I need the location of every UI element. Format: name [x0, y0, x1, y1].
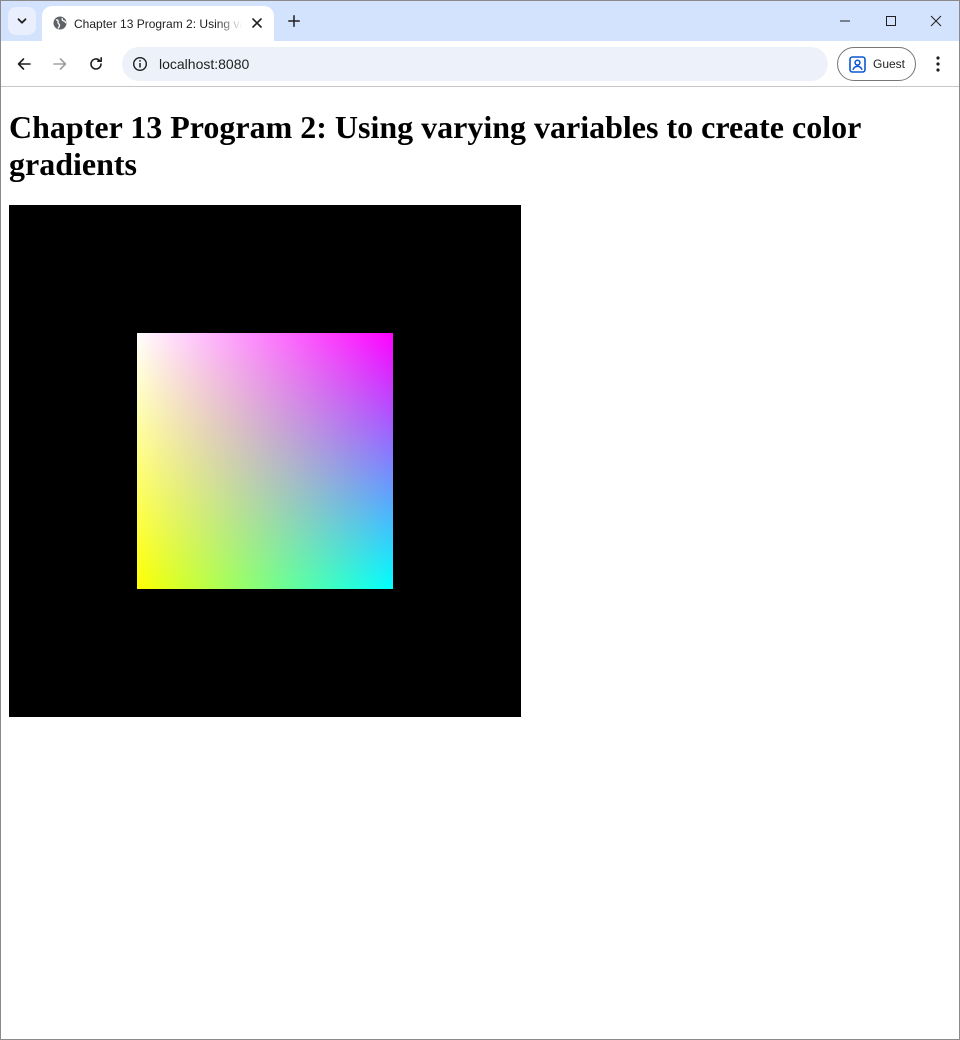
- tab-title: Chapter 13 Program 2: Using varying vari…: [74, 17, 242, 31]
- site-info-button[interactable]: [128, 52, 152, 76]
- chevron-down-icon: [17, 18, 27, 24]
- tab-strip: Chapter 13 Program 2: Using varying vari…: [1, 1, 959, 41]
- browser-toolbar: localhost:8080 Guest: [1, 41, 959, 87]
- arrow-left-icon: [17, 58, 31, 70]
- webgl-canvas: [9, 205, 521, 717]
- globe-icon: [53, 16, 67, 30]
- minimize-icon: [840, 20, 850, 22]
- close-icon: [930, 15, 942, 27]
- reload-button[interactable]: [80, 48, 112, 80]
- gradient-quad: [137, 333, 393, 589]
- maximize-icon: [886, 16, 896, 26]
- reload-icon: [90, 57, 102, 70]
- page-viewport: Chapter 13 Program 2: Using varying vari…: [1, 88, 959, 1039]
- close-window-button[interactable]: [913, 1, 959, 41]
- back-button[interactable]: [8, 48, 40, 80]
- plus-icon: [288, 15, 300, 27]
- guest-profile-icon: [849, 56, 866, 73]
- minimize-button[interactable]: [822, 1, 868, 41]
- info-icon: [132, 56, 148, 72]
- close-icon: [252, 18, 262, 28]
- profile-button[interactable]: Guest: [837, 47, 916, 81]
- tab-search-button[interactable]: [8, 7, 36, 35]
- url-text[interactable]: localhost:8080: [159, 55, 249, 73]
- profile-label: Guest: [873, 57, 906, 71]
- more-vertical-icon: [936, 56, 940, 72]
- page-title: Chapter 13 Program 2: Using varying vari…: [9, 109, 861, 182]
- maximize-button[interactable]: [868, 1, 914, 41]
- tab-close-button[interactable]: [248, 14, 266, 32]
- browser-window: Chapter 13 Program 2: Using varying vari…: [0, 0, 960, 1040]
- forward-button[interactable]: [44, 48, 76, 80]
- address-bar[interactable]: localhost:8080: [122, 47, 828, 81]
- arrow-right-icon: [53, 58, 67, 70]
- new-tab-button[interactable]: [281, 8, 307, 34]
- tab-active[interactable]: Chapter 13 Program 2: Using varying vari…: [42, 6, 274, 41]
- browser-menu-button[interactable]: [923, 48, 953, 80]
